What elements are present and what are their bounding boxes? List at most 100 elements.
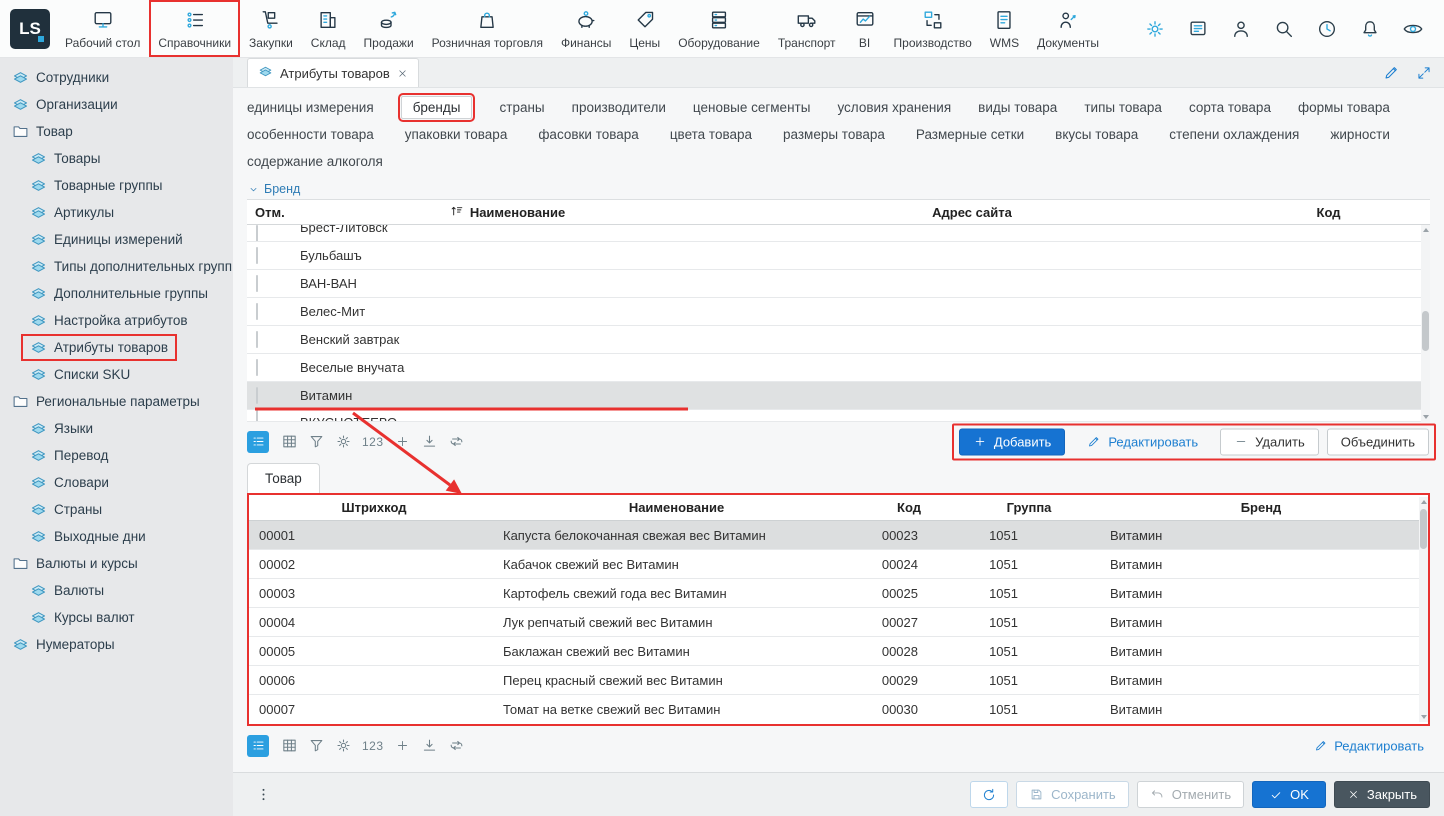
- attr-tab[interactable]: фасовки товара: [538, 123, 638, 146]
- brands-scrollbar[interactable]: [1421, 225, 1430, 422]
- products-scrollbar[interactable]: [1419, 497, 1428, 722]
- attr-tab[interactable]: содержание алкоголя: [247, 150, 383, 173]
- scrollbar-thumb[interactable]: [1420, 509, 1427, 549]
- user-icon[interactable]: [1230, 18, 1252, 40]
- settings-gear-icon[interactable]: [330, 734, 357, 758]
- ok-button[interactable]: OK: [1252, 781, 1326, 808]
- brand-row[interactable]: Венский завтрак: [247, 326, 1430, 354]
- row-checkbox[interactable]: [256, 359, 258, 376]
- plus-icon[interactable]: [389, 734, 416, 758]
- settings-gear-icon[interactable]: [330, 430, 357, 454]
- topbar-item-finance[interactable]: Финансы: [552, 0, 620, 57]
- sidebar-item-dictionaries[interactable]: Словари: [0, 469, 233, 496]
- sidebar-item-products[interactable]: Товары: [0, 145, 233, 172]
- attr-tab[interactable]: особенности товара: [247, 123, 374, 146]
- attr-tab[interactable]: сорта товара: [1189, 96, 1271, 119]
- sidebar-item-sku-lists[interactable]: Списки SKU: [0, 361, 233, 388]
- row-checkbox[interactable]: [256, 331, 258, 348]
- sidebar-item-currencies[interactable]: Валюты: [0, 577, 233, 604]
- fullscreen-icon[interactable]: [1416, 65, 1432, 81]
- topbar-item-bi[interactable]: BI: [845, 0, 885, 57]
- brand-row[interactable]: Велес-Мит: [247, 298, 1430, 326]
- column-3[interactable]: Группа: [964, 500, 1094, 515]
- sidebar-item-currencies-rates[interactable]: Валюты и курсы: [0, 550, 233, 577]
- topbar-item-purchases[interactable]: Закупки: [240, 0, 302, 57]
- column-mark[interactable]: Отм.: [247, 205, 297, 220]
- delete-button[interactable]: Удалить: [1220, 428, 1319, 455]
- column-1[interactable]: Наименование: [499, 500, 854, 515]
- search-icon[interactable]: [1273, 18, 1295, 40]
- edit-link[interactable]: Редактировать: [1314, 738, 1424, 753]
- list-view-icon[interactable]: [247, 735, 269, 757]
- attr-tab[interactable]: типы товара: [1084, 96, 1162, 119]
- sidebar-item-regional-params[interactable]: Региональные параметры: [0, 388, 233, 415]
- numeric-view-toggle[interactable]: 123: [362, 739, 384, 753]
- column-name[interactable]: Наименование: [297, 203, 717, 221]
- topbar-item-catalogs[interactable]: Справочники: [149, 0, 240, 57]
- topbar-item-equipment[interactable]: Оборудование: [669, 0, 769, 57]
- numeric-view-toggle[interactable]: 123: [362, 435, 384, 449]
- column-code[interactable]: Код: [1227, 205, 1430, 220]
- attr-tab[interactable]: вкусы товара: [1055, 123, 1138, 146]
- column-4[interactable]: Бренд: [1094, 500, 1428, 515]
- brand-row[interactable]: Брест-Литовск: [247, 225, 1430, 242]
- tab-product[interactable]: Товар: [247, 463, 320, 493]
- filter-icon[interactable]: [303, 430, 330, 454]
- topbar-item-documents[interactable]: Документы: [1028, 0, 1108, 57]
- column-0[interactable]: Штрихкод: [249, 500, 499, 515]
- attr-tab[interactable]: размеры товара: [783, 123, 885, 146]
- column-website[interactable]: Адрес сайта: [717, 205, 1227, 220]
- brand-section-header[interactable]: Бренд: [233, 179, 1444, 199]
- topbar-item-warehouse[interactable]: Склад: [302, 0, 355, 57]
- merge-button[interactable]: Объединить: [1327, 428, 1429, 455]
- gear-icon[interactable]: [1144, 18, 1166, 40]
- attr-tab[interactable]: условия хранения: [837, 96, 951, 119]
- product-row[interactable]: 00006Перец красный свежий вес Витамин000…: [249, 666, 1428, 695]
- column-2[interactable]: Код: [854, 500, 964, 515]
- tab-product-attributes[interactable]: Атрибуты товаров: [247, 58, 419, 87]
- attr-tab[interactable]: бренды: [401, 96, 473, 119]
- brand-row[interactable]: ВКУСНОТЕЕВО: [247, 410, 1430, 422]
- topbar-item-production[interactable]: Производство: [885, 0, 981, 57]
- attr-tab[interactable]: упаковки товара: [405, 123, 508, 146]
- sidebar-item-languages[interactable]: Языки: [0, 415, 233, 442]
- row-checkbox[interactable]: [256, 387, 258, 404]
- brand-row[interactable]: Витамин: [247, 382, 1430, 410]
- cancel-button[interactable]: Отменить: [1137, 781, 1244, 808]
- topbar-item-desktop[interactable]: Рабочий стол: [56, 0, 149, 57]
- product-row[interactable]: 00002Кабачок свежий вес Витамин000241051…: [249, 550, 1428, 579]
- sidebar-item-product-attributes[interactable]: Атрибуты товаров: [0, 334, 233, 361]
- product-row[interactable]: 00005Баклажан свежий вес Витамин00028105…: [249, 637, 1428, 666]
- product-row[interactable]: 00003Картофель свежий года вес Витамин00…: [249, 579, 1428, 608]
- table-view-icon[interactable]: [276, 734, 303, 758]
- add-button[interactable]: Добавить: [959, 428, 1065, 455]
- close-button[interactable]: Закрыть: [1334, 781, 1430, 808]
- more-options-icon[interactable]: [255, 786, 272, 803]
- sidebar-item-product-groups[interactable]: Товарные группы: [0, 172, 233, 199]
- sidebar-item-countries[interactable]: Страны: [0, 496, 233, 523]
- reload-icon[interactable]: [443, 734, 470, 758]
- topbar-item-transport[interactable]: Транспорт: [769, 0, 845, 57]
- row-checkbox[interactable]: [256, 225, 258, 242]
- brand-row[interactable]: Веселые внучата: [247, 354, 1430, 382]
- sidebar-item-product[interactable]: Товар: [0, 118, 233, 145]
- attr-tab[interactable]: производители: [572, 96, 666, 119]
- filter-icon[interactable]: [303, 734, 330, 758]
- edit-button[interactable]: Редактировать: [1073, 428, 1212, 455]
- table-view-icon[interactable]: [276, 430, 303, 454]
- brand-row[interactable]: Бульбашъ: [247, 242, 1430, 270]
- sidebar-item-currency-rates[interactable]: Курсы валют: [0, 604, 233, 631]
- attr-tab[interactable]: степени охлаждения: [1169, 123, 1299, 146]
- topbar-item-prices[interactable]: Цены: [620, 0, 669, 57]
- topbar-item-wms[interactable]: WMS: [981, 0, 1028, 57]
- row-checkbox[interactable]: [256, 275, 258, 292]
- attr-tab[interactable]: ценовые сегменты: [693, 96, 811, 119]
- attr-tab[interactable]: жирности: [1330, 123, 1390, 146]
- attr-tab[interactable]: цвета товара: [670, 123, 752, 146]
- sidebar-item-translation[interactable]: Перевод: [0, 442, 233, 469]
- topbar-item-retail[interactable]: Розничная торговля: [423, 0, 552, 57]
- sidebar-item-attribute-settings[interactable]: Настройка атрибутов: [0, 307, 233, 334]
- brand-row[interactable]: ВАН-ВАН: [247, 270, 1430, 298]
- list-view-icon[interactable]: [247, 431, 269, 453]
- eye-icon[interactable]: [1402, 18, 1424, 40]
